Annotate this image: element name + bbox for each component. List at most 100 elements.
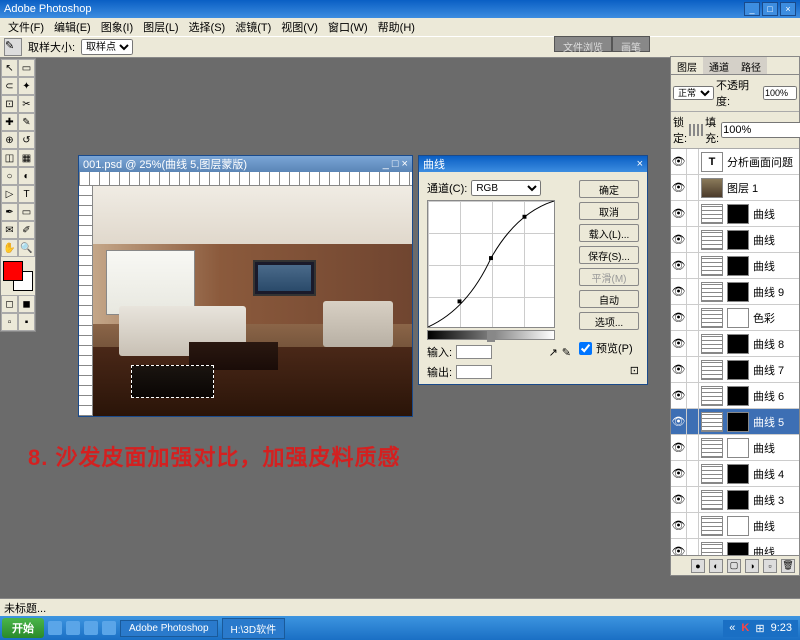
visibility-icon[interactable]: 👁	[671, 201, 687, 226]
layer-row[interactable]: 👁曲线	[671, 435, 799, 461]
screen-standard[interactable]: ▫	[1, 313, 18, 331]
path-tool[interactable]: ▷	[1, 185, 18, 203]
menu-edit[interactable]: 编辑(E)	[50, 17, 95, 37]
load-button[interactable]: 载入(L)...	[579, 224, 639, 242]
ok-button[interactable]: 确定	[579, 180, 639, 198]
tab-brushes[interactable]: 画笔	[612, 36, 650, 52]
link-cell[interactable]	[687, 331, 699, 356]
link-cell[interactable]	[687, 279, 699, 304]
visibility-icon[interactable]: 👁	[671, 227, 687, 252]
visibility-icon[interactable]: 👁	[671, 487, 687, 512]
adjustment-layer-icon[interactable]: ◑	[745, 559, 759, 573]
document-window-buttons[interactable]: _ □ ×	[383, 158, 408, 170]
link-cell[interactable]	[687, 227, 699, 252]
quicklaunch-icon[interactable]	[102, 621, 116, 635]
visibility-icon[interactable]: 👁	[671, 357, 687, 382]
dodge-tool[interactable]: ◐	[18, 167, 35, 185]
visibility-icon[interactable]: 👁	[671, 331, 687, 356]
gradient-tool[interactable]: ▦	[18, 149, 35, 167]
canvas[interactable]	[93, 186, 412, 416]
heal-tool[interactable]: ✚	[1, 113, 18, 131]
zoom-tool[interactable]: 🔍	[18, 239, 35, 257]
layer-row[interactable]: 👁曲线 3	[671, 487, 799, 513]
move-tool[interactable]: ↖	[1, 59, 18, 77]
menu-file[interactable]: 文件(F)	[4, 17, 48, 37]
blur-tool[interactable]: ○	[1, 167, 18, 185]
pen-tool[interactable]: ✒	[1, 203, 18, 221]
tray-icon[interactable]: ⊞	[755, 622, 764, 635]
gradient-bar[interactable]	[427, 330, 555, 340]
screen-full[interactable]: ▪	[18, 313, 35, 331]
sample-size-select[interactable]: 取样点	[81, 39, 133, 55]
layer-row[interactable]: 👁T分析画面问题	[671, 149, 799, 175]
visibility-icon[interactable]: 👁	[671, 305, 687, 330]
wand-tool[interactable]: ✦	[18, 77, 35, 95]
lock-position-icon[interactable]	[697, 124, 699, 136]
save-button[interactable]: 保存(S)...	[579, 246, 639, 264]
layer-row[interactable]: 👁曲线 9	[671, 279, 799, 305]
link-cell[interactable]	[687, 357, 699, 382]
menu-help[interactable]: 帮助(H)	[374, 17, 419, 37]
link-cell[interactable]	[687, 175, 699, 200]
visibility-icon[interactable]: 👁	[671, 461, 687, 486]
type-tool[interactable]: T	[18, 185, 35, 203]
layer-row[interactable]: 👁曲线	[671, 253, 799, 279]
blend-mode-select[interactable]: 正常	[673, 86, 714, 100]
new-layer-icon[interactable]: ▫	[763, 559, 777, 573]
foreground-color[interactable]	[3, 261, 23, 281]
output-field[interactable]	[456, 365, 492, 379]
link-cell[interactable]	[687, 149, 699, 174]
eraser-tool[interactable]: ◫	[1, 149, 18, 167]
tab-channels[interactable]: 通道	[703, 57, 735, 74]
layer-row[interactable]: 👁曲线 5	[671, 409, 799, 435]
auto-button[interactable]: 自动	[579, 290, 639, 308]
visibility-icon[interactable]: 👁	[671, 409, 687, 434]
link-cell[interactable]	[687, 461, 699, 486]
curves-close-icon[interactable]: ×	[637, 158, 643, 170]
visibility-icon[interactable]: 👁	[671, 253, 687, 278]
marquee-tool[interactable]: ▭	[18, 59, 35, 77]
options-button[interactable]: 选项...	[579, 312, 639, 330]
visibility-icon[interactable]: 👁	[671, 175, 687, 200]
tab-paths[interactable]: 路径	[735, 57, 767, 74]
curve-mode-icon[interactable]: ↗	[549, 346, 558, 359]
brush-tool[interactable]: ✎	[18, 113, 35, 131]
history-brush-tool[interactable]: ↺	[18, 131, 35, 149]
visibility-icon[interactable]: 👁	[671, 383, 687, 408]
layer-row[interactable]: 👁曲线	[671, 513, 799, 539]
menu-view[interactable]: 视图(V)	[277, 17, 322, 37]
layer-row[interactable]: 👁曲线 4	[671, 461, 799, 487]
link-cell[interactable]	[687, 409, 699, 434]
menu-image[interactable]: 图象(I)	[97, 17, 137, 37]
tab-file-browser[interactable]: 文件浏览	[554, 36, 612, 52]
layer-row[interactable]: 👁曲线	[671, 201, 799, 227]
link-cell[interactable]	[687, 539, 699, 555]
link-cell[interactable]	[687, 513, 699, 538]
notes-tool[interactable]: ✉	[1, 221, 18, 239]
visibility-icon[interactable]: 👁	[671, 149, 687, 174]
cancel-button[interactable]: 取消	[579, 202, 639, 220]
layer-group-icon[interactable]: ▢	[727, 559, 741, 573]
layer-mask-icon[interactable]: ◐	[709, 559, 723, 573]
menu-layer[interactable]: 图层(L)	[139, 17, 182, 37]
lock-transparency-icon[interactable]	[689, 124, 691, 136]
quickmask-off[interactable]: ◻	[1, 295, 18, 313]
taskbar-task[interactable]: H:\3D软件	[222, 618, 286, 639]
maximize-button[interactable]: □	[762, 2, 778, 16]
layer-row[interactable]: 👁图层 1	[671, 175, 799, 201]
pencil-mode-icon[interactable]: ✎	[562, 346, 571, 359]
crop-tool[interactable]: ⊡	[1, 95, 18, 113]
quicklaunch-icon[interactable]	[84, 621, 98, 635]
tab-layers[interactable]: 图层	[671, 57, 703, 74]
minimize-button[interactable]: _	[744, 2, 760, 16]
document-titlebar[interactable]: 001.psd @ 25%(曲线 5,图层蒙版) _ □ ×	[79, 156, 412, 172]
close-button[interactable]: ×	[780, 2, 796, 16]
layer-row[interactable]: 👁色彩	[671, 305, 799, 331]
expand-icon[interactable]: ⊡	[579, 364, 639, 377]
start-button[interactable]: 开始	[2, 618, 44, 638]
eyedropper-tool[interactable]: ✐	[18, 221, 35, 239]
quickmask-on[interactable]: ◼	[18, 295, 35, 313]
layer-row[interactable]: 👁曲线 7	[671, 357, 799, 383]
layer-row[interactable]: 👁曲线 6	[671, 383, 799, 409]
link-cell[interactable]	[687, 201, 699, 226]
